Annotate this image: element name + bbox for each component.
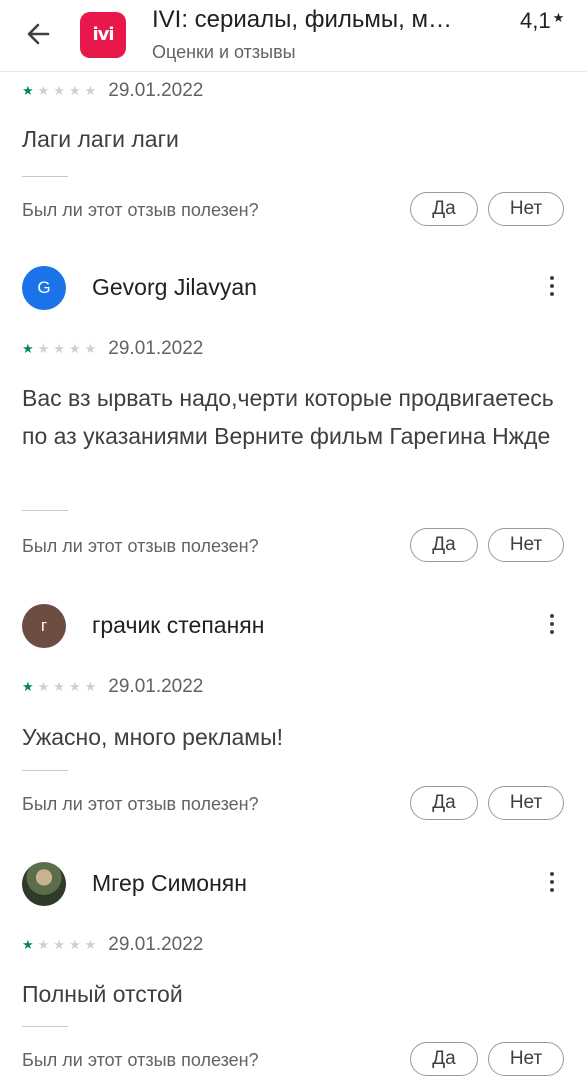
helpful-yes-button[interactable]: Да bbox=[410, 192, 478, 226]
review-date: 29.01.2022 bbox=[108, 80, 204, 101]
author-name: Мгер Симонян bbox=[92, 870, 247, 896]
review-text: Полный отстой bbox=[22, 981, 183, 1007]
helpful-question: Был ли этот отзыв полезен? bbox=[22, 536, 259, 556]
app-icon[interactable]: ivi bbox=[80, 12, 126, 58]
avatar-photo bbox=[22, 862, 66, 906]
review-author: G Gevorg Jilavyan bbox=[22, 266, 567, 310]
helpful-question: Был ли этот отзыв полезен? bbox=[22, 1050, 259, 1070]
divider bbox=[22, 510, 68, 511]
helpful-yes-button[interactable]: Да bbox=[410, 528, 478, 562]
rating-star-icon: ★ bbox=[552, 10, 565, 25]
page-subtitle: Оценки и отзывы bbox=[152, 42, 296, 62]
helpful-no-button[interactable]: Нет bbox=[488, 528, 564, 562]
app-title: IVI: сериалы, фильмы, м… bbox=[152, 6, 452, 33]
avatar: G bbox=[22, 266, 66, 310]
rating-value: 4,1 bbox=[520, 8, 551, 33]
helpful-yes-button[interactable]: Да bbox=[410, 786, 478, 820]
star-rating: ★★★★★ bbox=[22, 341, 101, 356]
review-meta: ★★★★★ 29.01.2022 bbox=[22, 934, 203, 958]
review-text: Ужасно, много рекламы! bbox=[22, 724, 284, 750]
star-rating: ★★★★★ bbox=[22, 937, 101, 952]
star-rating: ★★★★★ bbox=[22, 83, 101, 98]
review-author: г грачик степанян bbox=[22, 604, 567, 648]
more-options-icon[interactable] bbox=[542, 868, 562, 900]
helpful-question: Был ли этот отзыв полезен? bbox=[22, 794, 259, 814]
author-name: грачик степанян bbox=[92, 612, 265, 638]
review-date: 29.01.2022 bbox=[108, 934, 204, 955]
divider bbox=[22, 770, 68, 771]
review-author: Мгер Симонян bbox=[22, 862, 567, 906]
avatar: г bbox=[22, 604, 66, 648]
review-date: 29.01.2022 bbox=[108, 338, 204, 359]
helpful-no-button[interactable]: Нет bbox=[488, 192, 564, 226]
app-rating: 4,1 ★ bbox=[520, 8, 564, 34]
star-rating: ★★★★★ bbox=[22, 679, 101, 694]
back-arrow-icon[interactable] bbox=[18, 14, 62, 54]
review-date: 29.01.2022 bbox=[108, 676, 204, 697]
review-text: Лаги лаги лаги bbox=[22, 126, 179, 152]
review-text: Вас вз ырвать надо,черти которые продвиг… bbox=[22, 385, 554, 449]
helpful-no-button[interactable]: Нет bbox=[488, 786, 564, 820]
review-meta: ★★★★★ 29.01.2022 bbox=[22, 676, 203, 700]
review-meta: ★★★★★ 29.01.2022 bbox=[22, 338, 203, 362]
helpful-yes-button[interactable]: Да bbox=[410, 1042, 478, 1076]
divider bbox=[22, 1026, 68, 1027]
divider bbox=[22, 176, 68, 177]
app-header: ivi IVI: сериалы, фильмы, м… Оценки и от… bbox=[0, 0, 587, 72]
helpful-question: Был ли этот отзыв полезен? bbox=[22, 200, 259, 220]
more-options-icon[interactable] bbox=[542, 272, 562, 304]
author-name: Gevorg Jilavyan bbox=[92, 274, 257, 300]
helpful-no-button[interactable]: Нет bbox=[488, 1042, 564, 1076]
more-options-icon[interactable] bbox=[542, 610, 562, 642]
review-meta: ★★★★★ 29.01.2022 bbox=[22, 80, 203, 104]
